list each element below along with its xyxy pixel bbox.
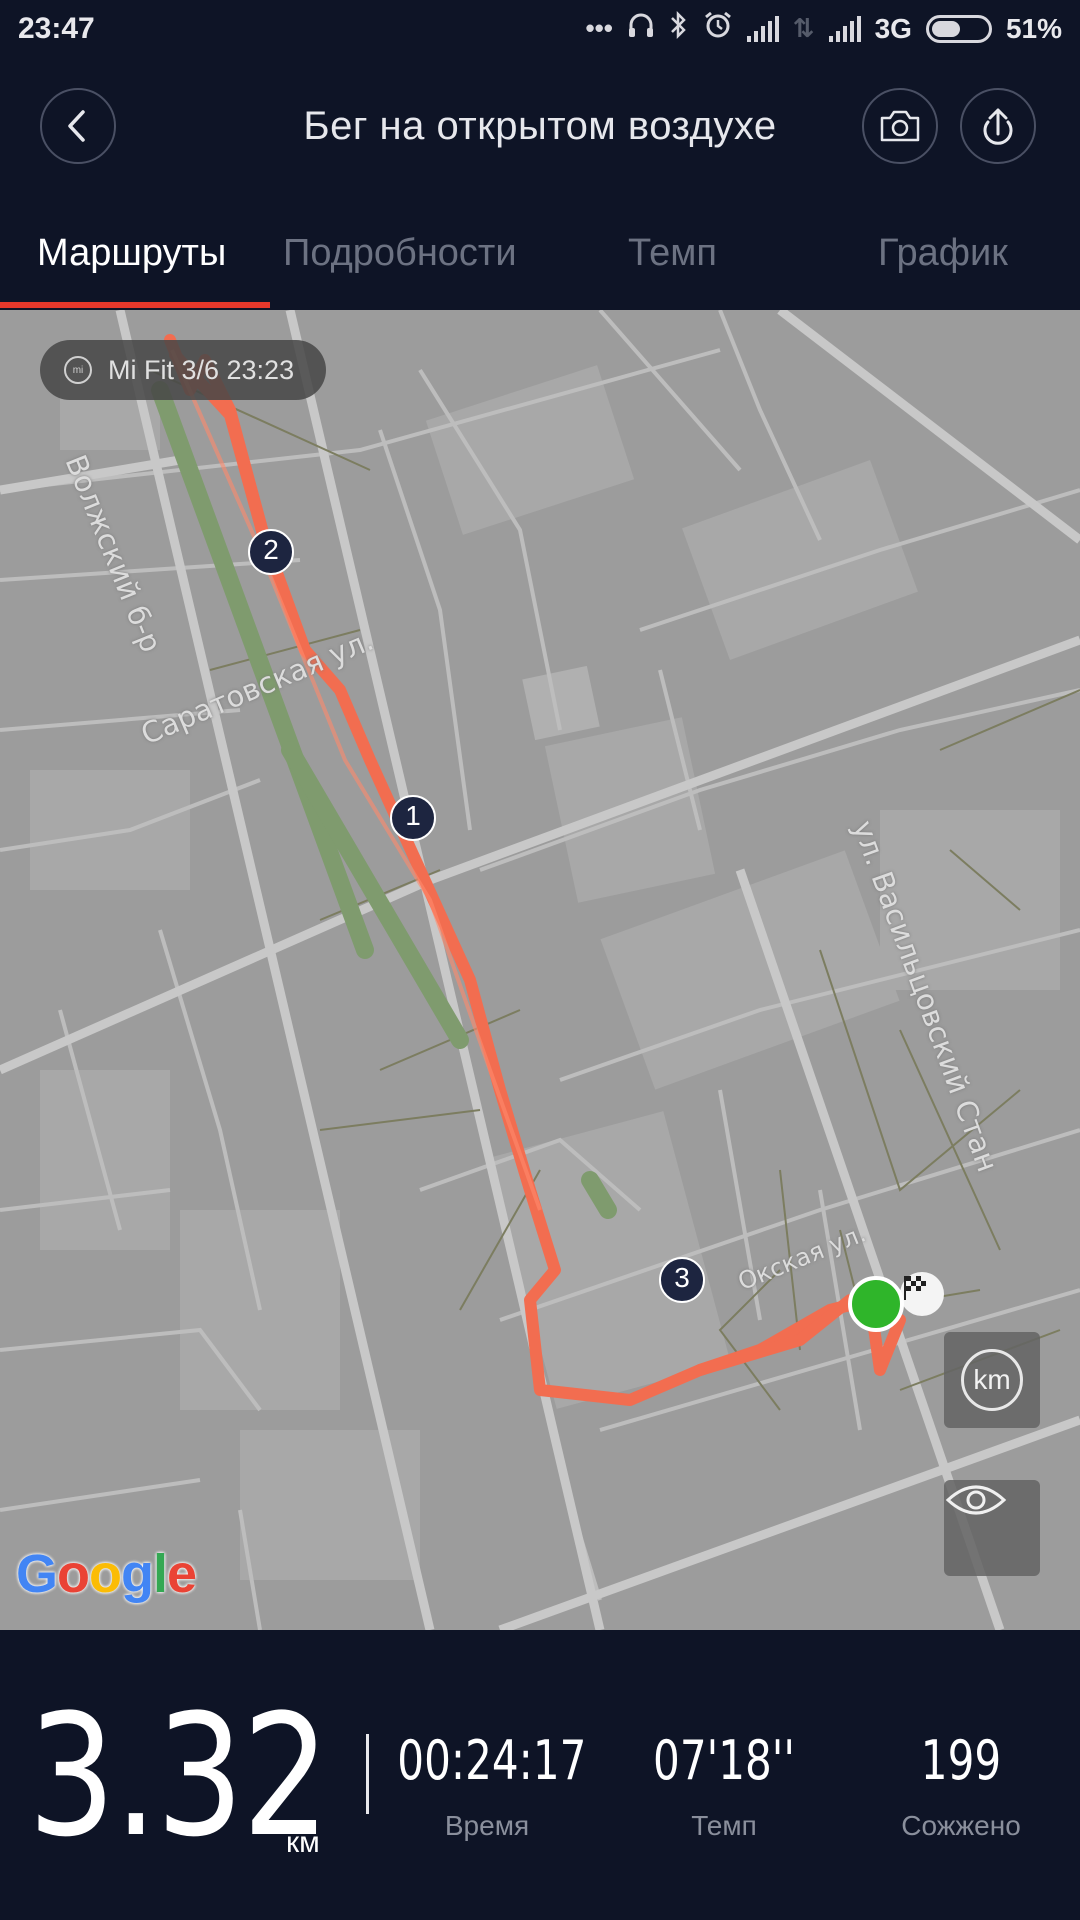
status-icons: ••• ⇅ 3G 51%: [585, 10, 1062, 47]
km-toggle-button[interactable]: km: [944, 1332, 1040, 1428]
tab-chart[interactable]: График: [878, 232, 1008, 275]
route-map[interactable]: Волжский б-р Саратовская ул. ул. Васильц…: [0, 310, 1080, 1630]
pace-value: 07'18'': [653, 1729, 795, 1792]
pace-label: Темп: [691, 1810, 757, 1841]
status-time: 23:47: [18, 12, 95, 45]
share-upload-icon: [983, 108, 1013, 145]
distance-value: 3.32: [28, 1678, 330, 1874]
pace-stat: 07'18'' Темп: [609, 1734, 839, 1842]
stats-divider: [366, 1734, 369, 1814]
battery-icon: [925, 14, 992, 43]
tab-details[interactable]: Подробности: [283, 232, 517, 275]
finish-flag-icon: [900, 1272, 944, 1316]
signal-icon: [746, 15, 779, 42]
tab-routes[interactable]: Маршруты: [37, 232, 226, 275]
km-label: km: [961, 1349, 1023, 1411]
camera-button[interactable]: [862, 88, 938, 164]
km-marker-3: 3: [674, 1262, 690, 1293]
data-transfer-icon: ⇅: [792, 13, 815, 43]
calories-stat: 199 Сожжено: [846, 1734, 1076, 1842]
alarm-icon: [703, 10, 733, 47]
km-marker-2: 2: [263, 534, 279, 565]
distance-unit: км: [286, 1826, 320, 1859]
workout-summary: 3.32 км 00:24:17 Время 07'18'' Темп 199 …: [0, 1630, 1080, 1920]
time-stat: 00:24:17 Время: [372, 1734, 602, 1842]
time-label: Время: [444, 1810, 530, 1841]
network-type: 3G: [874, 12, 912, 44]
time-value: 00:24:17: [397, 1729, 587, 1792]
headphones-icon: [627, 11, 655, 46]
active-tab-indicator: [0, 302, 270, 308]
signal-icon-2: [828, 15, 861, 42]
status-bar: 23:47 ••• ⇅ 3G 51%: [0, 0, 1080, 62]
km-marker-1: 1: [405, 800, 421, 831]
bluetooth-icon: [669, 10, 689, 47]
eye-icon: [945, 1485, 1007, 1515]
top-bar: Бег на открытом воздухе: [0, 62, 1080, 192]
start-point-icon: [848, 1276, 904, 1332]
more-icon: •••: [585, 13, 613, 43]
google-logo: Google: [16, 1544, 197, 1604]
tab-bar: Маршруты Подробности Темп График: [0, 192, 1080, 310]
share-button[interactable]: [960, 88, 1036, 164]
km-markers: [248, 529, 705, 1303]
visibility-button[interactable]: [944, 1480, 1040, 1576]
tab-pace[interactable]: Темп: [628, 232, 717, 275]
camera-icon: [880, 110, 920, 142]
calories-value: 199: [920, 1729, 1002, 1792]
calories-label: Сожжено: [901, 1810, 1021, 1841]
battery-percent: 51%: [1005, 12, 1062, 44]
